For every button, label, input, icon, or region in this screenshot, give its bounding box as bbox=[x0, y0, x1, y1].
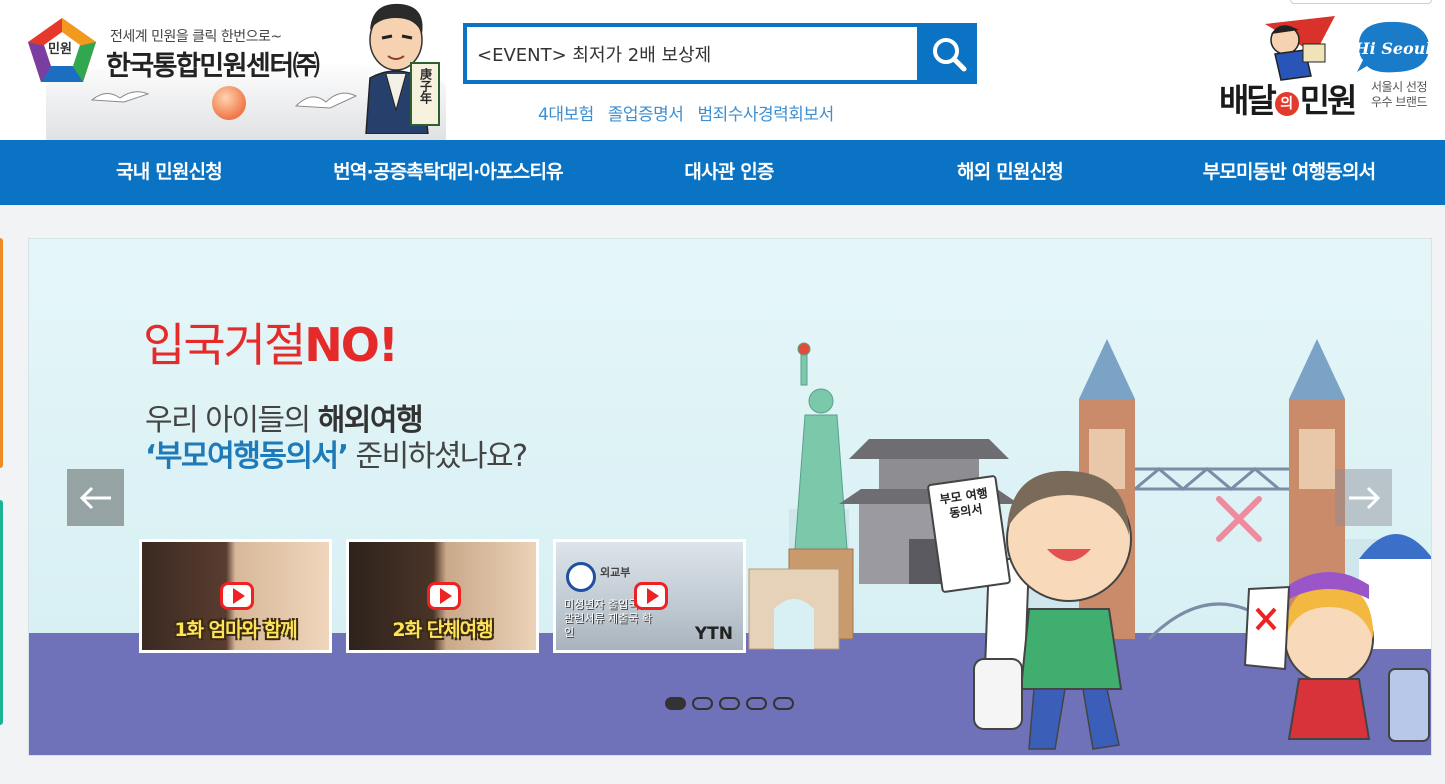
quick-link-criminal-record[interactable]: 범죄수사경력회보서 bbox=[697, 100, 834, 125]
banner-headline-bold: NO! bbox=[304, 318, 399, 372]
hi-seoul-badge-icon: Hi Seoul bbox=[1354, 21, 1432, 73]
side-banner-strip-left-green[interactable] bbox=[0, 500, 3, 725]
search-field-box bbox=[467, 27, 917, 80]
consent-document-text: 부모 여행 동의서 bbox=[938, 486, 989, 521]
quick-link-graduation[interactable]: 졸업증명서 bbox=[608, 100, 684, 125]
slider-dot-4[interactable] bbox=[746, 697, 767, 710]
emblem-label: 민원 bbox=[48, 42, 72, 57]
site-logo[interactable]: 민원 전세계 민원을 클릭 한번으로~ 한국통합민원센터㈜ 庚子年 bbox=[26, 0, 446, 140]
slider-next-button[interactable] bbox=[1335, 469, 1392, 526]
main-navigation: 국내 민원신청 번역·공증촉탁대리·아포스티유 대사관 인증 해외 민원신청 부… bbox=[0, 140, 1445, 205]
play-icon bbox=[220, 582, 254, 610]
side-banner-strip-left-orange[interactable] bbox=[0, 238, 3, 468]
video-caption: 2화 단체여행 bbox=[392, 619, 493, 641]
ytn-logo: YTN bbox=[694, 624, 733, 644]
video-thumbnail-3[interactable]: 외교부 미성년자 출입국시 관련서류 제출국 확인 YTN bbox=[553, 539, 746, 653]
site-header: 민원 전세계 민원을 클릭 한번으로~ 한국통합민원센터㈜ 庚子年 <EVENT… bbox=[0, 0, 1445, 140]
quick-link-insurance[interactable]: 4대보험 bbox=[538, 100, 594, 125]
consent-document-illustration: 부모 여행 동의서 bbox=[926, 474, 1012, 594]
hero-banner-slider: 부모 여행 동의서 입국거절NO! 우리 아이들의 해외여행 ‘부모여행동의서’… bbox=[28, 238, 1432, 756]
top-utility-button[interactable] bbox=[1290, 0, 1432, 4]
world-landmarks-illustration bbox=[748, 339, 1431, 750]
hi-seoul-label: Hi Seoul bbox=[1354, 39, 1432, 58]
video-thumbnail-2[interactable]: 2화 단체여행 bbox=[346, 539, 539, 653]
search-input[interactable] bbox=[477, 27, 907, 80]
banner-line3: ‘부모여행동의서’ 준비하셨나요? bbox=[145, 431, 529, 475]
nav-item-travel-consent[interactable]: 부모미동반 여행동의서 bbox=[1203, 140, 1376, 205]
banner-headline: 입국거절NO! bbox=[143, 309, 399, 375]
slider-dot-3[interactable] bbox=[719, 697, 740, 710]
search-button[interactable] bbox=[921, 23, 977, 84]
slider-pagination bbox=[665, 697, 794, 710]
slider-dot-1[interactable] bbox=[665, 697, 686, 710]
play-icon bbox=[634, 582, 668, 610]
nav-item-translation-notary[interactable]: 번역·공증촉탁대리·아포스티유 bbox=[333, 140, 563, 205]
brand-title-post: 민원 bbox=[1299, 81, 1358, 120]
banner-headline-pre: 입국거절 bbox=[143, 318, 306, 372]
brand-subtitle-line2: 우수 브랜드 bbox=[1371, 95, 1428, 109]
search-bar bbox=[463, 23, 977, 84]
slider-dot-5[interactable] bbox=[773, 697, 794, 710]
video-thumbnail-list: 1화 엄마와 함께 2화 단체여행 외교부 미성년자 출입국시 관련서류 제출국… bbox=[139, 539, 746, 653]
brand-logo[interactable]: Hi Seoul 배달 의 민원 서울시 선정 우수 브랜드 bbox=[1215, 0, 1440, 140]
logo-tagline: 전세계 민원을 클릭 한번으로~ bbox=[110, 29, 282, 45]
brand-title: 배달 의 민원 bbox=[1219, 74, 1358, 122]
video-thumbnail-1[interactable]: 1화 엄마와 함께 bbox=[139, 539, 332, 653]
brand-title-pre: 배달 bbox=[1219, 81, 1277, 120]
search-icon bbox=[933, 37, 967, 71]
logo-name: 한국통합민원센터㈜ bbox=[106, 51, 320, 82]
gov-emblem-icon bbox=[566, 562, 596, 592]
nav-item-domestic-civil[interactable]: 국내 민원신청 bbox=[116, 140, 223, 205]
video-caption: 1화 엄마와 함께 bbox=[174, 619, 297, 641]
brand-title-mid: 의 bbox=[1274, 92, 1299, 116]
play-icon bbox=[427, 582, 461, 610]
arrow-left-icon bbox=[79, 486, 111, 509]
slider-dot-2[interactable] bbox=[692, 697, 713, 710]
arrow-right-icon bbox=[1348, 486, 1380, 509]
nav-item-overseas-civil[interactable]: 해외 민원신청 bbox=[957, 140, 1064, 205]
nav-item-embassy-certification[interactable]: 대사관 인증 bbox=[684, 140, 774, 205]
year-seal: 庚子年 bbox=[410, 62, 440, 126]
brand-subtitle: 서울시 선정 우수 브랜드 bbox=[1371, 80, 1428, 110]
video-tag: 외교부 bbox=[600, 566, 631, 579]
seal-text: 庚子年 bbox=[418, 68, 433, 104]
brand-subtitle-line1: 서울시 선정 bbox=[1371, 80, 1428, 94]
crane-illustration bbox=[90, 91, 150, 103]
slider-prev-button[interactable] bbox=[67, 469, 124, 526]
quick-links: 4대보험 졸업증명서 범죄수사경력회보서 bbox=[538, 100, 834, 125]
banner-line3-post: 준비하셨나요? bbox=[347, 439, 529, 474]
sun-illustration bbox=[212, 86, 246, 120]
crane-illustration-2 bbox=[294, 92, 358, 109]
banner-line3-bold: ‘부모여행동의서’ bbox=[145, 439, 349, 474]
